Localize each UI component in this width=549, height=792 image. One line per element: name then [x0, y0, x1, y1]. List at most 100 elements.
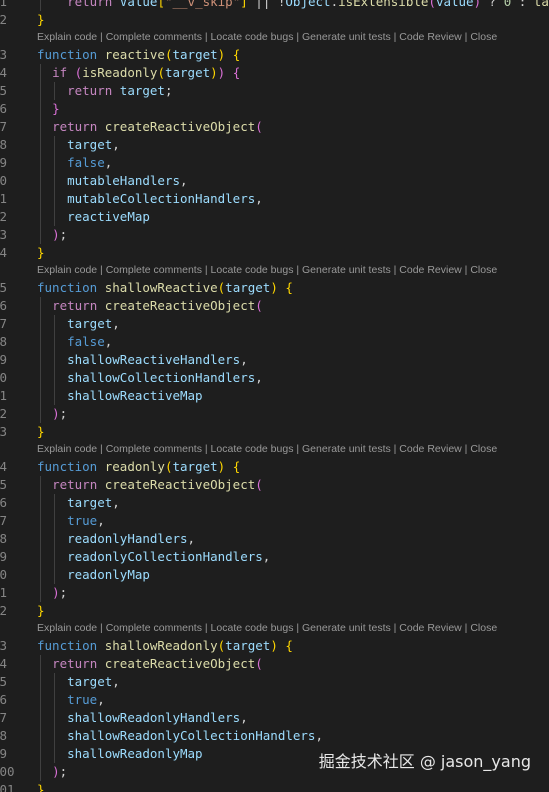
code-token: ) — [52, 764, 60, 779]
code-line[interactable]: 65 return target; — [0, 82, 549, 100]
code-line[interactable]: 76 return createReactiveObject( — [0, 297, 549, 315]
code-token: isExtensible — [338, 0, 429, 9]
code-line[interactable]: 87 true, — [0, 512, 549, 530]
code-line[interactable]: 97 shallowReadonlyHandlers, — [0, 709, 549, 727]
code-line[interactable]: 84 function readonly(target) { — [0, 458, 549, 476]
code-line[interactable]: 71 mutableCollectionHandlers, — [0, 190, 549, 208]
code-line[interactable]: 98 shallowReadonlyCollectionHandlers, — [0, 727, 549, 745]
code-line[interactable]: 81 shallowReactiveMap — [0, 387, 549, 405]
code-line[interactable]: 75 function shallowReactive(target) { — [0, 279, 549, 297]
code-line[interactable]: 72 reactiveMap — [0, 208, 549, 226]
line-number: 77 — [0, 315, 30, 333]
code-lens-generate-unit-tests[interactable]: Generate unit tests — [302, 443, 391, 455]
code-lens-code-review[interactable]: Code Review — [399, 443, 461, 455]
code-line[interactable]: 67 return createReactiveObject( — [0, 118, 549, 136]
code-lens-explain-code[interactable]: Explain code — [37, 622, 97, 634]
code-lens-generate-unit-tests[interactable]: Generate unit tests — [302, 31, 391, 43]
code-line[interactable]: 63 function reactive(target) { — [0, 46, 549, 64]
code-line[interactable]: 70 mutableHandlers, — [0, 172, 549, 190]
code-line[interactable]: 93 function shallowReadonly(target) { — [0, 637, 549, 655]
code-lens-locate-code-bugs[interactable]: Locate code bugs — [211, 264, 294, 276]
code-line[interactable]: 90 readonlyMap — [0, 566, 549, 584]
code-lens-separator: | — [390, 264, 400, 276]
code-line[interactable]: 79 shallowReactiveHandlers, — [0, 351, 549, 369]
code-lens-complete-comments[interactable]: Complete comments — [106, 622, 202, 634]
code-line[interactable]: 68 target, — [0, 136, 549, 154]
line-number-text: 88 — [0, 531, 8, 546]
code-token: } — [37, 245, 45, 260]
code-line[interactable]: 96 true, — [0, 691, 549, 709]
line-number: 65 — [0, 82, 30, 100]
code-line[interactable]: 89 readonlyCollectionHandlers, — [0, 548, 549, 566]
code-lens-locate-code-bugs[interactable]: Locate code bugs — [211, 622, 294, 634]
line-number-text: 67 — [0, 119, 8, 134]
line-number-text: 97 — [0, 710, 8, 725]
code-lens-bar: Explain code | Complete comments | Locat… — [0, 262, 549, 279]
code-line[interactable]: 92} — [0, 602, 549, 620]
code-lens-separator: | — [97, 622, 106, 634]
code-line[interactable]: 73 ); — [0, 226, 549, 244]
code-lens-code-review[interactable]: Code Review — [399, 622, 461, 634]
code-line[interactable]: 86 target, — [0, 494, 549, 512]
code-lens-code-review[interactable]: Code Review — [399, 264, 461, 276]
code-lens-separator: | — [97, 443, 106, 455]
line-number-text: 70 — [0, 173, 8, 188]
code-lens-close[interactable]: Close — [470, 443, 497, 455]
line-number: 85 — [0, 476, 30, 494]
code-line[interactable]: 85 return createReactiveObject( — [0, 476, 549, 494]
code-line[interactable]: 83} — [0, 423, 549, 441]
code-text: function readonly(target) { — [37, 458, 549, 476]
code-lens-complete-comments[interactable]: Complete comments — [106, 31, 202, 43]
code-line[interactable]: 64 if (isReadonly(target)) { — [0, 64, 549, 82]
code-lens-close[interactable]: Close — [470, 264, 497, 276]
line-number: 96 — [0, 691, 30, 709]
code-line[interactable]: 66 } — [0, 100, 549, 118]
line-number: 94 — [0, 655, 30, 673]
code-line[interactable]: 94 return createReactiveObject( — [0, 655, 549, 673]
code-token: ) — [52, 406, 60, 421]
code-text: target, — [37, 136, 549, 154]
code-token: target — [67, 674, 113, 689]
code-lens-generate-unit-tests[interactable]: Generate unit tests — [302, 264, 391, 276]
code-lens-separator: | — [201, 622, 211, 634]
code-token: ) — [210, 65, 218, 80]
code-line[interactable]: 82 ); — [0, 405, 549, 423]
code-line[interactable]: 77 target, — [0, 315, 549, 333]
code-lens-complete-comments[interactable]: Complete comments — [106, 264, 202, 276]
code-line[interactable]: 62} — [0, 11, 549, 29]
code-token: readonlyCollectionHandlers — [67, 549, 263, 564]
code-lens-complete-comments[interactable]: Complete comments — [106, 443, 202, 455]
code-line[interactable]: 101} — [0, 781, 549, 792]
code-line[interactable]: 69 false, — [0, 154, 549, 172]
code-line[interactable]: 91 ); — [0, 584, 549, 602]
code-line[interactable]: 74} — [0, 244, 549, 262]
code-text: return target; — [37, 82, 549, 100]
code-line[interactable]: 80 shallowCollectionHandlers, — [0, 369, 549, 387]
code-lens-explain-code[interactable]: Explain code — [37, 443, 97, 455]
code-line[interactable]: 88 readonlyHandlers, — [0, 530, 549, 548]
code-lens-generate-unit-tests[interactable]: Generate unit tests — [302, 622, 391, 634]
code-line[interactable]: 95 target, — [0, 673, 549, 691]
code-lens-locate-code-bugs[interactable]: Locate code bugs — [211, 443, 294, 455]
code-lens-close[interactable]: Close — [470, 622, 497, 634]
code-lens-locate-code-bugs[interactable]: Locate code bugs — [211, 31, 294, 43]
line-number: 71 — [0, 190, 30, 208]
line-number-text: 73 — [0, 227, 8, 242]
code-token: } — [37, 782, 45, 792]
code-lens-explain-code[interactable]: Explain code — [37, 31, 97, 43]
code-line[interactable]: 61 return Value["__v_skip"] || !Object.i… — [0, 0, 549, 11]
code-lens-close[interactable]: Close — [470, 31, 497, 43]
code-editor[interactable]: 61 return Value["__v_skip"] || !Object.i… — [0, 0, 549, 792]
code-token: return — [67, 0, 113, 9]
code-lens-explain-code[interactable]: Explain code — [37, 264, 97, 276]
code-line[interactable]: 78 false, — [0, 333, 549, 351]
code-lens-code-review[interactable]: Code Review — [399, 31, 461, 43]
